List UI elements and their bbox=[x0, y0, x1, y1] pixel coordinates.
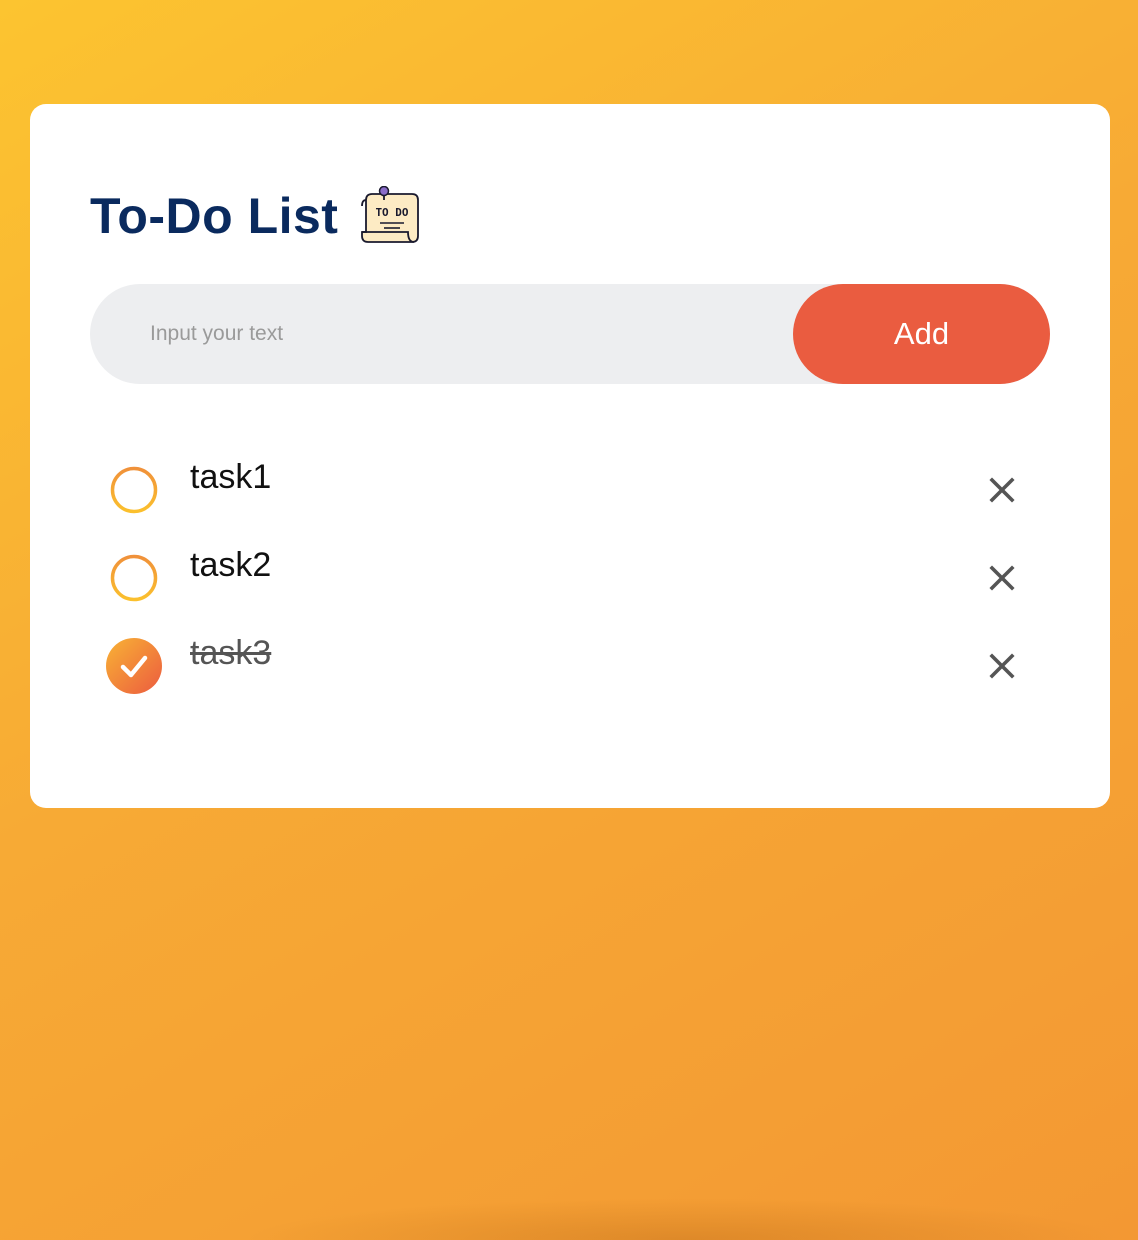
close-icon[interactable] bbox=[986, 562, 1018, 594]
task-list: task1 task2 task3 bbox=[90, 442, 1050, 706]
background-shadow bbox=[0, 1180, 1138, 1240]
todo-note-icon: TO DO bbox=[361, 186, 420, 243]
task-label: task3 bbox=[190, 634, 272, 672]
add-button[interactable]: Add bbox=[793, 284, 1050, 384]
task-input-row: Add bbox=[90, 284, 1050, 384]
task-item[interactable]: task2 bbox=[90, 530, 1050, 618]
todo-note-label: TO DO bbox=[376, 206, 409, 219]
todo-card: To-Do List TO DO Add bbox=[30, 104, 1110, 808]
task-item[interactable]: task1 bbox=[90, 442, 1050, 530]
page-title: To-Do List bbox=[90, 188, 339, 244]
close-icon[interactable] bbox=[986, 650, 1018, 682]
circle-outline-icon[interactable] bbox=[106, 550, 162, 606]
close-icon[interactable] bbox=[986, 474, 1018, 506]
task-label: task1 bbox=[190, 458, 272, 496]
task-label: task2 bbox=[190, 546, 272, 584]
task-input[interactable] bbox=[90, 284, 793, 384]
header: To-Do List TO DO bbox=[90, 186, 422, 246]
circle-outline-icon[interactable] bbox=[106, 462, 162, 518]
task-item[interactable]: task3 bbox=[90, 618, 1050, 706]
check-circle-icon[interactable] bbox=[106, 638, 162, 694]
